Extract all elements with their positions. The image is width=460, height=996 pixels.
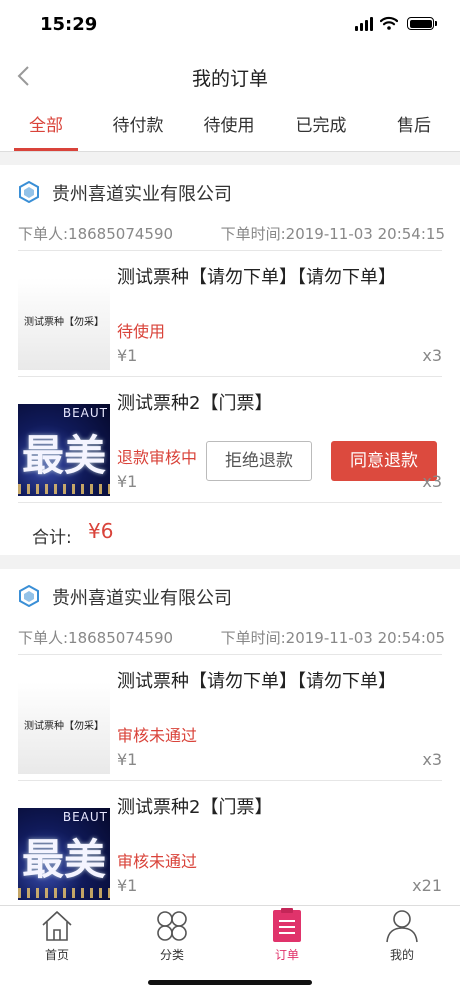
tabbar-category[interactable]: 分类 [132,908,212,963]
item-quantity: x3 [422,346,442,365]
tab-completed[interactable]: 已完成 [288,104,354,150]
tabbar-label: 首页 [44,948,69,962]
shop-logo-icon [19,585,39,607]
shop-header: 贵州喜道实业有限公司 [18,165,442,221]
tabbar-orders[interactable]: 订单 [247,908,327,963]
order-time: 下单时间:2019-11-03 20:54:15 [220,225,445,243]
battery-icon [407,17,437,30]
tab-pending-use[interactable]: 待使用 [196,104,262,150]
item-name: 测试票种【请勿下单】【请勿下单】 [117,267,396,288]
tab-all[interactable]: 全部 [14,104,78,151]
order-item[interactable]: BEAUT 最美 测试票种2【门票】 退款审核中 拒绝退款 同意退款 ¥1 x3 [18,377,442,503]
item-price: ¥1 [117,876,138,895]
tabbar-label: 我的 [389,948,414,962]
item-status: 待使用 [117,322,166,341]
total-amount: ¥6 [88,519,114,543]
order-list[interactable]: 贵州喜道实业有限公司 下单人:18685074590 下单时间:2019-11-… [0,165,460,905]
item-name: 测试票种【请勿下单】【请勿下单】 [117,671,396,692]
reject-refund-button[interactable]: 拒绝退款 [206,441,312,481]
item-status: 退款审核中 [117,448,198,467]
order-total: 合计: ¥6 [18,503,442,555]
item-name: 测试票种2【门票】 [117,797,273,818]
cellular-signal-icon [355,17,373,31]
order-card[interactable]: 贵州喜道实业有限公司 下单人:18685074590 下单时间:2019-11-… [0,165,460,555]
item-price: ¥1 [117,750,138,769]
tabbar-label: 分类 [159,948,184,962]
shop-logo-icon [19,181,39,203]
home-icon [42,911,72,941]
buyer-phone: 下单人:18685074590 [18,225,174,243]
thumbnail-lights [18,888,110,898]
tab-label: 已完成 [295,116,347,136]
page-title: 我的订单 [191,68,268,90]
ticket-thumbnail: 测试票种【勿采】 [18,278,110,370]
status-bar: 15:29 [0,0,460,48]
item-price: ¥1 [117,472,138,491]
order-item[interactable]: 测试票种【勿采】 测试票种【请勿下单】【请勿下单】 待使用 ¥1 x3 [18,251,442,377]
tab-label: 待付款 [112,116,164,136]
order-meta: 下单人:18685074590 下单时间:2019-11-03 20:54:05 [18,625,445,655]
item-quantity: x3 [422,750,442,769]
buyer-phone: 下单人:18685074590 [18,629,174,647]
tab-label: 待使用 [203,116,255,136]
order-filter-tabs: 全部 待付款 待使用 已完成 售后 [0,104,460,152]
wifi-icon [380,16,398,30]
thumbnail-glyph: 最美 [22,835,107,884]
order-meta: 下单人:18685074590 下单时间:2019-11-03 20:54:15 [18,221,445,251]
ticket-photo-thumbnail: BEAUT 最美 [18,404,110,496]
shop-name: 贵州喜道实业有限公司 [52,184,232,205]
thumbnail-lights [18,484,110,494]
order-icon [273,908,301,942]
order-list-screen: 15:29 我的订单 全部 待付款 待使用 已完成 售后 贵州喜道实业有限公司 … [0,0,460,996]
home-indicator[interactable] [148,980,312,985]
ticket-thumbnail: 测试票种【勿采】 [18,682,110,774]
tab-pending-payment[interactable]: 待付款 [105,104,171,150]
total-label: 合计: [32,528,72,548]
tab-after-sales[interactable]: 售后 [382,104,446,150]
ticket-photo-thumbnail: BEAUT 最美 [18,808,110,900]
item-status: 审核未通过 [117,852,198,871]
item-status: 审核未通过 [117,726,198,745]
order-time: 下单时间:2019-11-03 20:54:05 [220,629,445,647]
thumbnail-caption: BEAUT [62,406,108,420]
active-tab-indicator [14,148,78,151]
thumbnail-glyph: 最美 [22,431,107,480]
order-card[interactable]: 贵州喜道实业有限公司 下单人:18685074590 下单时间:2019-11-… [0,569,460,905]
tabbar-label: 订单 [274,948,299,962]
tab-label: 全部 [29,116,63,136]
status-time: 15:29 [40,14,98,35]
thumbnail-text: 测试票种【勿采】 [24,721,104,732]
order-item[interactable]: 测试票种【勿采】 测试票种【请勿下单】【请勿下单】 审核未通过 ¥1 x3 [18,655,442,781]
item-name: 测试票种2【门票】 [117,393,273,414]
category-icon [157,911,187,941]
tabbar-home[interactable]: 首页 [17,908,97,963]
tabbar-profile[interactable]: 我的 [362,908,442,963]
profile-icon [386,910,418,943]
item-quantity: x21 [412,876,442,895]
tab-label: 售后 [397,116,431,136]
nav-bar: 我的订单 [0,48,460,104]
thumbnail-text: 测试票种【勿采】 [24,317,104,328]
shop-name: 贵州喜道实业有限公司 [52,588,232,609]
thumbnail-caption: BEAUT [62,810,108,824]
order-item[interactable]: BEAUT 最美 测试票种2【门票】 审核未通过 ¥1 x21 [18,781,442,905]
item-quantity: x3 [422,472,442,491]
approve-refund-button[interactable]: 同意退款 [331,441,437,481]
shop-header: 贵州喜道实业有限公司 [18,569,442,625]
item-price: ¥1 [117,346,138,365]
